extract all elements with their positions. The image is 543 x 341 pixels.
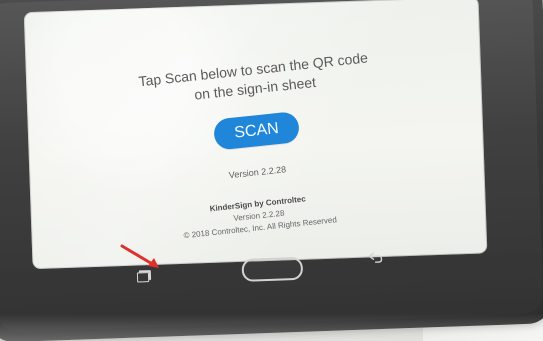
- recent-apps-icon[interactable]: [136, 272, 150, 283]
- back-icon-svg: [368, 252, 383, 263]
- bottom-edge-highlight: [0, 314, 543, 341]
- scan-instruction: Tap Scan below to scan the QR code on th…: [137, 49, 369, 103]
- tablet-device: Tap Scan below to scan the QR code on th…: [0, 0, 543, 341]
- footer-info: KinderSign by Controltec Version 2.2.28 …: [137, 186, 379, 247]
- scan-button[interactable]: SCAN: [212, 110, 301, 151]
- home-button[interactable]: [241, 256, 304, 282]
- photo-scene: Tap Scan below to scan the QR code on th…: [0, 0, 543, 341]
- back-icon[interactable]: [367, 251, 383, 264]
- app-version: Version 2.2.28: [227, 164, 287, 181]
- screen-content: Tap Scan below to scan the QR code on th…: [24, 0, 488, 269]
- app-screen: Tap Scan below to scan the QR code on th…: [23, 0, 488, 270]
